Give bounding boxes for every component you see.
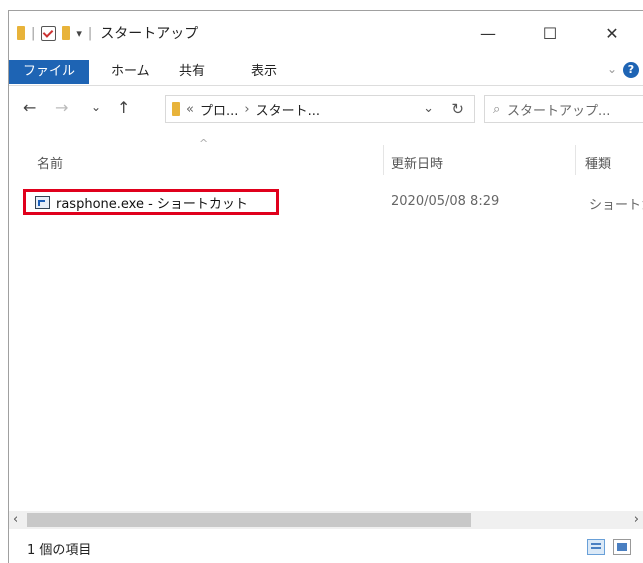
breadcrumb-separator[interactable]: › [244,102,249,117]
file-type: ショートカット [589,198,643,213]
new-folder-icon[interactable] [62,26,71,40]
sort-indicator-icon: ^ [199,137,209,150]
tab-view[interactable]: 表示 [241,60,287,84]
breadcrumb-item[interactable]: スタート... [256,100,320,119]
file-name: rasphone.exe - ショートカット [56,197,248,212]
shortcut-icon [35,196,50,209]
details-view-icon[interactable] [587,539,605,555]
breadcrumb-item[interactable]: プロ... [200,100,238,119]
file-name-cell: rasphone.exe - ショートカット [35,193,248,212]
ribbon-tabs: ファイル ホーム 共有 表示 ⌄ ? [9,55,643,85]
minimize-icon: — [480,23,496,43]
separator: | [31,25,36,41]
column-header: ^ 名前 更新日時 種類 [9,131,643,181]
minimize-button[interactable]: — [465,17,511,49]
refresh-icon[interactable]: ↻ [451,100,464,118]
forward-button[interactable]: → [55,98,68,117]
scroll-left-icon[interactable]: ‹ [13,511,18,529]
tab-share[interactable]: 共有 [169,60,215,84]
recent-locations-button[interactable]: ⌄ [91,100,101,114]
column-divider[interactable] [383,145,384,175]
maximize-button[interactable]: ☐ [527,17,573,49]
help-icon[interactable]: ? [623,62,639,78]
back-button[interactable]: ← [23,98,36,117]
file-date: 2020/05/08 8:29 [391,194,500,209]
column-divider[interactable] [575,145,576,175]
scrollbar-thumb[interactable] [27,513,471,527]
close-icon: ✕ [605,23,619,43]
scroll-right-icon[interactable]: › [634,511,639,529]
address-bar[interactable]: « プロ... › スタート... ⌄ ↻ [165,95,475,123]
title-bar: | ▾ | スタートアップ — ☐ ✕ [9,11,643,55]
window-title: スタートアップ [100,26,199,42]
explorer-window: | ▾ | スタートアップ — ☐ ✕ ファイル ホーム 共有 表示 ⌄ ? ←… [8,10,643,563]
search-icon: ⌕ [493,102,501,117]
column-name[interactable]: 名前 [37,153,63,172]
folder-icon [172,102,180,116]
tab-file[interactable]: ファイル [9,60,90,84]
search-input[interactable]: ⌕ スタートアップ... [484,95,643,123]
close-button[interactable]: ✕ [589,17,635,49]
item-count: 1 個の項目 [27,543,92,558]
quick-access-toolbar: | ▾ | スタートアップ [17,23,198,43]
address-dropdown-icon[interactable]: ⌄ [423,101,434,116]
address-row: ← → ⌄ ↑ « プロ... › スタート... ⌄ ↻ ⌕ スタートアップ.… [9,85,643,132]
column-type[interactable]: 種類 [585,153,611,172]
properties-check-icon[interactable] [41,25,57,41]
up-button[interactable]: ↑ [117,98,130,117]
column-date[interactable]: 更新日時 [391,153,443,172]
separator: | [87,25,93,41]
expand-ribbon-icon[interactable]: ⌄ [607,62,617,76]
search-placeholder: スタートアップ... [507,103,611,119]
customize-dropdown-icon[interactable]: ▾ [76,27,82,40]
status-bar: 1 個の項目 [9,533,643,563]
folder-icon [17,26,25,40]
maximize-icon: ☐ [542,23,558,43]
tab-home[interactable]: ホーム [101,60,160,84]
breadcrumb-overflow[interactable]: « [186,102,194,117]
horizontal-scrollbar[interactable]: ‹ › [9,511,643,529]
file-row[interactable]: rasphone.exe - ショートカット 2020/05/08 8:29 シ… [23,189,643,215]
tiles-view-icon[interactable] [613,539,631,555]
